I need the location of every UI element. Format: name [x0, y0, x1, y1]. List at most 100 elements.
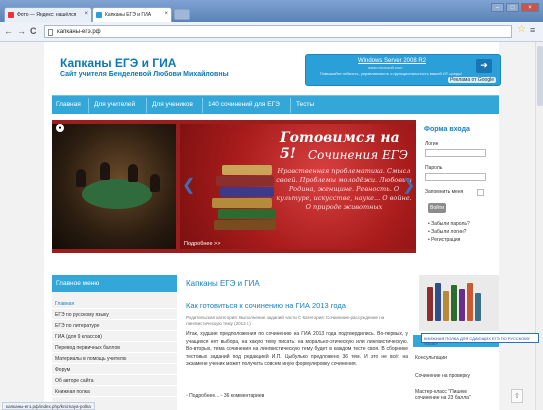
- login-label: Логин: [425, 141, 439, 147]
- article-meta: Родительская категория: Выполнение задан…: [186, 315, 385, 326]
- register-text: Регистрация: [431, 237, 461, 243]
- remember-label: Запомнить меня: [425, 189, 464, 195]
- article-title[interactable]: Как готовиться к сочинению на ГИА 2013 г…: [186, 301, 346, 310]
- password-label: Пароль: [425, 165, 443, 171]
- password-input[interactable]: [425, 173, 486, 181]
- close-window-button[interactable]: ×: [521, 3, 539, 12]
- site-subtitle: Сайт учителя Бенделевой Любови Михайловн…: [60, 71, 229, 78]
- page-icon: [48, 29, 53, 36]
- site-title[interactable]: Капканы ЕГЭ и ГИА: [60, 56, 176, 70]
- page-background-left: [0, 42, 44, 410]
- nav-item-home[interactable]: Главная: [56, 101, 81, 108]
- ad-google-label: Реклама от Google: [448, 77, 496, 83]
- login-button[interactable]: Войти: [428, 203, 446, 213]
- menu-item-forum[interactable]: Форум: [52, 364, 177, 375]
- tab-label: Фото — Яндекс: нашёлся: [17, 12, 77, 18]
- slider-next-arrow-icon[interactable]: ❯: [402, 175, 415, 195]
- reload-button[interactable]: C: [30, 26, 37, 36]
- tab-label: Капканы ЕГЭ и ГИА: [105, 12, 152, 18]
- forward-button[interactable]: →: [17, 26, 26, 36]
- close-icon[interactable]: ×: [164, 11, 168, 17]
- nav-item-teachers[interactable]: Для учителей: [94, 101, 135, 108]
- menu-icon[interactable]: ≡: [530, 25, 535, 35]
- address-bar[interactable]: капканы-егэ.рф: [44, 25, 512, 38]
- menu-item-about-author[interactable]: Об авторе сайта: [52, 375, 177, 386]
- section-title: Капканы ЕГЭ и ГИА: [186, 279, 260, 288]
- nav-divider: [290, 98, 291, 113]
- article-links: ▫ Подробнее... ▫ 36 комментариев: [186, 393, 265, 399]
- person-silhouette: [150, 174, 160, 192]
- browser-toolbar: ← → C капканы-егэ.рф: [0, 22, 543, 42]
- login-form: Форма входа Логин Пароль Запомнить меня …: [420, 120, 499, 253]
- scrollbar-thumb[interactable]: [537, 46, 543, 106]
- person-silhouette: [100, 162, 110, 180]
- close-icon[interactable]: ×: [84, 11, 88, 17]
- minimize-button[interactable]: –: [491, 3, 504, 12]
- remember-checkbox[interactable]: [477, 189, 484, 196]
- vertical-scrollbar[interactable]: [535, 42, 543, 410]
- maximize-button[interactable]: □: [506, 3, 519, 12]
- nav-item-tests[interactable]: Тесты: [296, 101, 314, 108]
- ad-text: Повышайте гибкость, управляемость и функ…: [319, 71, 463, 76]
- comments-link[interactable]: 36 комментариев: [224, 393, 264, 399]
- window-controls: – □ ×: [491, 3, 539, 12]
- books-illustration: [210, 154, 280, 234]
- tab-kapkany[interactable]: Капканы ЕГЭ и ГИА ×: [92, 7, 172, 22]
- browser-tab-bar: Фото — Яндекс: нашёлся × Капканы ЕГЭ и Г…: [0, 0, 543, 22]
- nav-item-essays[interactable]: 140 сочинений для ЕГЭ: [208, 101, 280, 108]
- nav-divider: [88, 98, 89, 113]
- main-navigation: Главная Для учителей Для учеников 140 со…: [52, 95, 499, 114]
- person-silhouette: [76, 169, 86, 187]
- menu-item-gia[interactable]: ГИА (для 9 классов): [52, 331, 177, 342]
- register-link[interactable]: • Регистрация: [428, 237, 460, 243]
- main-menu: Главное меню Главная ЕГЭ по русскому язы…: [52, 275, 177, 410]
- essay-check-link[interactable]: Сочинение на проверку: [415, 373, 470, 379]
- tab-yandex[interactable]: Фото — Яндекс: нашёлся ×: [4, 7, 92, 22]
- bookmark-star-icon[interactable]: ☆: [517, 24, 526, 35]
- forgot-login-link[interactable]: • Забыли логин?: [428, 229, 466, 235]
- ad-arrow-button[interactable]: ➜: [476, 59, 492, 73]
- slide-text: Нравственная проблематика. Смысл своей. …: [276, 167, 412, 211]
- menu-item-score-conversion[interactable]: Перевод первичных баллов: [52, 342, 177, 353]
- login-input[interactable]: [425, 149, 486, 157]
- menu-item-ege-russian[interactable]: ЕГЭ по русскому языку: [52, 309, 177, 320]
- menu-item-teacher-materials[interactable]: Материалы в помощь учителю: [52, 353, 177, 364]
- ad-domain: www.microsoft.com: [368, 65, 403, 70]
- ad-title[interactable]: Windows Server 2008 R2: [358, 58, 426, 64]
- login-form-title: Форма входа: [424, 126, 470, 133]
- nav-item-students[interactable]: Для учеников: [152, 101, 193, 108]
- yandex-favicon-icon: [8, 12, 14, 18]
- nav-divider: [146, 98, 147, 113]
- forgot-password-link[interactable]: • Забыли пароль?: [428, 221, 470, 227]
- slide-essays: Готовимся на 5! Сочинения ЕГЭ Нравственн…: [180, 124, 416, 249]
- nav-divider: [202, 98, 203, 113]
- scroll-to-top-button[interactable]: ⇧: [511, 389, 523, 403]
- menu-item-home[interactable]: Главная: [52, 298, 177, 309]
- person-silhouette: [128, 164, 138, 182]
- bookshelf-tooltip: КНИЖНАЯ ПОЛКА ДЛЯ СДАЮЩИХ ЕГЭ ПО РУССКОМ…: [421, 333, 539, 346]
- address-bar-url: капканы-егэ.рф: [57, 29, 101, 35]
- forgot-login-text: Забыли логин?: [431, 229, 467, 235]
- new-tab-button[interactable]: [174, 9, 190, 20]
- slide-subheading: Сочинения ЕГЭ: [308, 148, 408, 162]
- menu-item-bookshelf[interactable]: Книжная полка: [52, 386, 177, 397]
- main-menu-title: Главное меню: [52, 275, 177, 292]
- consultations-link[interactable]: Консультации: [415, 355, 447, 361]
- menu-item-ege-literature[interactable]: ЕГЭ по литературе: [52, 320, 177, 331]
- image-slider[interactable]: Готовимся на 5! Сочинения ЕГЭ Нравственн…: [52, 120, 416, 253]
- back-button[interactable]: ←: [4, 26, 13, 36]
- forgot-password-text: Забыли пароль?: [431, 221, 470, 227]
- master-class-link[interactable]: Мастер-класс "Пишем сочинение на 23 балл…: [415, 389, 491, 401]
- read-more-link[interactable]: Подробнее...: [189, 393, 219, 399]
- table-illustration: [82, 179, 152, 209]
- slider-prev-arrow-icon[interactable]: ❮: [182, 175, 195, 195]
- slide-thumbnail-classroom: [52, 124, 176, 249]
- status-bar-url: капканы-егэ.рф/index.php/kniznaya-polka: [2, 402, 95, 410]
- site-favicon-icon: [96, 12, 102, 18]
- slide-more-link[interactable]: Подробнее >>: [184, 241, 220, 247]
- play-icon[interactable]: ●: [56, 124, 64, 132]
- bookshelf-image[interactable]: [419, 275, 499, 331]
- article-text: Итак, худшие предположения по сочинению …: [186, 331, 408, 367]
- google-ad-banner[interactable]: Windows Server 2008 R2 www.microsoft.com…: [305, 54, 501, 86]
- main-content: Капканы ЕГЭ и ГИА Как готовиться к сочин…: [183, 275, 410, 410]
